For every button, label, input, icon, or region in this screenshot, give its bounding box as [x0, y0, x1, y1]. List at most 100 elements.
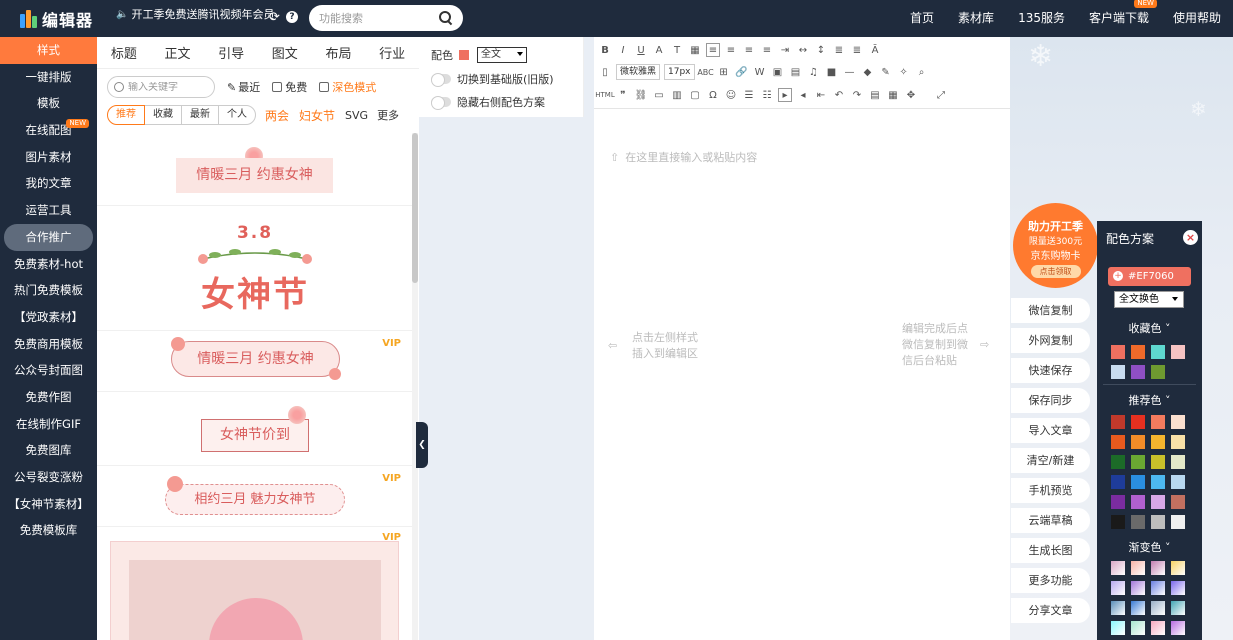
color-swatch[interactable]	[1151, 581, 1165, 595]
color-swatch[interactable]	[1111, 475, 1125, 489]
undo-icon[interactable]: ↶	[832, 88, 846, 102]
template-card[interactable]: VIP 相约三月 魅力女神节	[97, 467, 413, 527]
color-swatch[interactable]	[1151, 621, 1165, 635]
sidebar-item[interactable]: 公号裂变涨粉	[0, 464, 97, 491]
color-swatch[interactable]	[1131, 415, 1145, 429]
zoom-icon[interactable]: ⌕	[915, 65, 929, 79]
function-button[interactable]: 导入文章	[1011, 418, 1090, 443]
color-swatch[interactable]	[1131, 621, 1145, 635]
color-swatch[interactable]	[1111, 515, 1125, 529]
sidebar-item[interactable]: 免费素材-hot	[0, 251, 97, 278]
text-case-icon[interactable]: Ā	[868, 43, 882, 57]
align-right-icon[interactable]: ≡	[742, 43, 756, 57]
color-swatch[interactable]	[1131, 365, 1145, 379]
redo-icon[interactable]: ↷	[850, 88, 864, 102]
color-swatch[interactable]	[1151, 515, 1165, 529]
category-tab[interactable]: 布局	[325, 43, 351, 62]
frame-icon[interactable]: ▢	[688, 88, 702, 102]
sidebar-item[interactable]: 合作推广	[4, 223, 93, 251]
sidebar-item[interactable]: 运营工具	[0, 197, 97, 224]
sidebar-item[interactable]: 【党政素材】	[0, 304, 97, 331]
color-swatch[interactable]	[1151, 455, 1165, 469]
color-swatch[interactable]	[1111, 561, 1125, 575]
color-swatch[interactable]	[1151, 475, 1165, 489]
color-swatch[interactable]	[1171, 515, 1185, 529]
sidebar-item[interactable]: 免费图库	[0, 437, 97, 464]
color-swatch[interactable]	[1151, 601, 1165, 615]
sidebar-item[interactable]: 在线配图 NEW	[0, 117, 97, 144]
function-button[interactable]: 外网复制	[1011, 328, 1090, 353]
tag-lianghui[interactable]: 两会	[265, 107, 289, 124]
recommended-colors-header[interactable]: 推荐色 ˅	[1097, 392, 1202, 408]
gallery-icon[interactable]: ▤	[789, 65, 803, 79]
line-height-icon[interactable]: ↕	[814, 43, 828, 57]
color-swatch[interactable]	[1171, 415, 1185, 429]
function-search[interactable]	[309, 5, 463, 31]
promo-badge[interactable]: 助力开工季 限量送300元 京东购物卡 点击领取	[1013, 203, 1098, 288]
color-swatch[interactable]	[1171, 455, 1185, 469]
top-nav-item[interactable]: 使用帮助	[1161, 0, 1233, 37]
category-tab[interactable]: 行业	[379, 43, 405, 62]
color-scope-select[interactable]: 全文	[477, 47, 527, 63]
color-swatch[interactable]	[1111, 415, 1125, 429]
align-left-icon[interactable]: ≡	[706, 43, 720, 57]
ordered-list-icon[interactable]: ☰	[742, 88, 756, 102]
function-button[interactable]: 保存同步	[1011, 388, 1090, 413]
clear-format-icon[interactable]: ▤	[868, 88, 882, 102]
logo[interactable]: 编辑器	[20, 6, 93, 31]
function-button[interactable]: 分享文章	[1011, 598, 1090, 623]
color-swatch[interactable]	[1171, 601, 1185, 615]
word-import-icon[interactable]: W	[753, 65, 767, 79]
quote-icon[interactable]: ❞	[616, 88, 630, 102]
top-nav-item[interactable]: 首页	[898, 0, 946, 37]
color-swatch[interactable]	[1131, 601, 1145, 615]
color-swatch[interactable]	[1131, 515, 1145, 529]
special-char-icon[interactable]: Ω	[706, 88, 720, 102]
function-button[interactable]: 更多功能	[1011, 568, 1090, 593]
mirror-icon[interactable]: ◂	[796, 88, 810, 102]
sidebar-item[interactable]: 模板	[0, 90, 97, 117]
music-icon[interactable]: ♫	[807, 65, 821, 79]
color-swatch[interactable]	[1131, 345, 1145, 359]
function-button[interactable]: 云端草稿	[1011, 508, 1090, 533]
keyword-search[interactable]	[107, 76, 215, 98]
font-family-select[interactable]: 微软雅黑	[616, 64, 661, 80]
flip-icon[interactable]: ▸	[778, 88, 792, 102]
sidebar-item[interactable]: 免费模板库	[0, 517, 97, 544]
underline-icon[interactable]: U	[634, 43, 648, 57]
sidebar-item[interactable]: 公众号封面图	[0, 357, 97, 384]
preview-icon[interactable]: ▦	[886, 88, 900, 102]
color-swatch[interactable]	[459, 50, 469, 60]
sidebar-item[interactable]: 我的文章	[0, 170, 97, 197]
template-card[interactable]: VIP 情暖三月 约惠女神	[97, 332, 413, 392]
sort-latest[interactable]: 最新	[181, 105, 219, 125]
text-direction-icon[interactable]: ⇤	[814, 88, 828, 102]
help-icon[interactable]: ?	[286, 11, 298, 23]
image-icon[interactable]: ▣	[771, 65, 785, 79]
color-swatch[interactable]	[1151, 495, 1165, 509]
emoji-icon[interactable]: ☺	[724, 88, 738, 102]
free-checkbox[interactable]: 免费	[272, 79, 307, 95]
color-swatch[interactable]	[1171, 561, 1185, 575]
template-card[interactable]: 情暖三月 约惠女神	[97, 133, 413, 206]
fullscreen-icon[interactable]: ⤢	[934, 88, 948, 102]
color-swatch[interactable]	[1131, 455, 1145, 469]
color-swatch[interactable]	[1131, 581, 1145, 595]
color-swatch[interactable]	[1111, 581, 1125, 595]
bold-icon[interactable]: B	[598, 43, 612, 57]
tag-more[interactable]: 更多	[377, 107, 399, 123]
table-icon[interactable]: ▦	[688, 43, 702, 57]
color-swatch[interactable]	[1171, 621, 1185, 635]
html-icon[interactable]: HTML	[595, 88, 614, 102]
sidebar-item[interactable]: 一键排版	[0, 64, 97, 91]
dark-mode-checkbox[interactable]: 深色模式	[319, 79, 376, 95]
paragraph-before-icon[interactable]: ≣	[832, 43, 846, 57]
color-swatch[interactable]	[1111, 455, 1125, 469]
color-swatch[interactable]	[1151, 561, 1165, 575]
format-painter-icon[interactable]: ✎	[879, 65, 893, 79]
color-swatch[interactable]	[1171, 345, 1185, 359]
font-color-icon[interactable]: A	[652, 43, 666, 57]
tag-svg[interactable]: SVG	[345, 109, 368, 122]
color-swatch[interactable]	[1131, 495, 1145, 509]
function-button[interactable]: 清空/新建	[1011, 448, 1090, 473]
